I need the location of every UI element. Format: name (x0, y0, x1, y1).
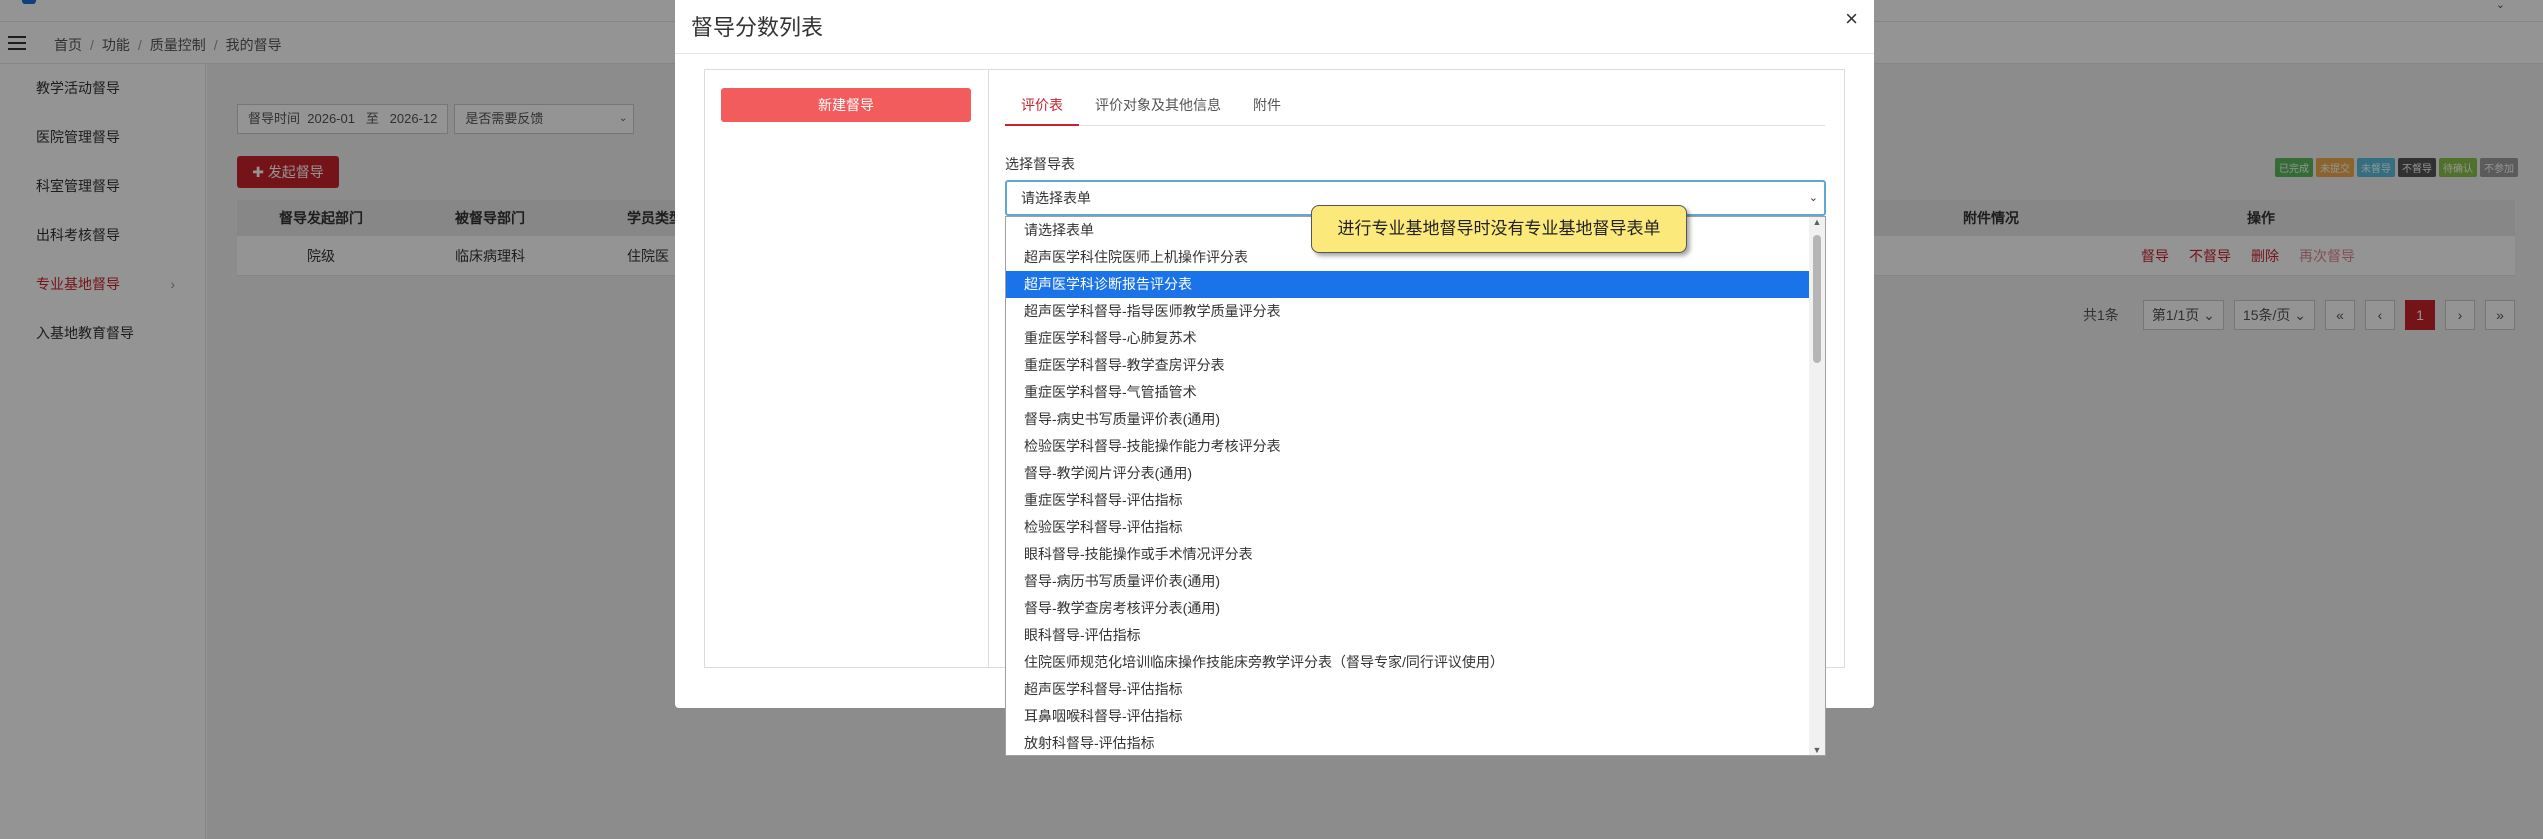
scroll-down-icon[interactable]: ▼ (1809, 745, 1825, 755)
annotation-callout: 进行专业基地督导时没有专业基地督导表单 (1311, 205, 1687, 253)
dropdown-option[interactable]: 督导-病历书写质量评价表(通用) (1006, 568, 1809, 595)
chevron-down-icon: ⌄ (1808, 192, 1818, 204)
dropdown-option[interactable]: 督导-教学阅片评分表(通用) (1006, 460, 1809, 487)
dropdown-option[interactable]: 检验医学科督导-技能操作能力考核评分表 (1006, 433, 1809, 460)
dropdown-option[interactable]: 检验医学科督导-评估指标 (1006, 514, 1809, 541)
new-supervision-button[interactable]: 新建督导 (721, 88, 971, 122)
dropdown-option[interactable]: 放射科督导-评估指标 (1006, 730, 1809, 755)
dropdown-option[interactable]: 重症医学科督导-教学查房评分表 (1006, 352, 1809, 379)
dropdown-option[interactable]: 超声医学科督导-评估指标 (1006, 676, 1809, 703)
scrollbar[interactable]: ▲ ▼ (1809, 217, 1825, 755)
dropdown-option[interactable]: 超声医学科督导-指导医师教学质量评分表 (1006, 298, 1809, 325)
scroll-up-icon[interactable]: ▲ (1809, 217, 1825, 227)
tab-evaluation-form[interactable]: 评价表 (1005, 90, 1079, 126)
dropdown-option[interactable]: 督导-病史书写质量评价表(通用) (1006, 406, 1809, 433)
dropdown-option[interactable]: 耳鼻咽喉科督导-评估指标 (1006, 703, 1809, 730)
form-select-dropdown: 请选择表单 超声医学科住院医师上机操作评分表 超声医学科诊断报告评分表 超声医学科督导… (1005, 216, 1826, 756)
dialog-header: 督导分数列表 × (675, 0, 1874, 54)
supervision-list-pane: 新建督导 (705, 70, 989, 667)
close-icon[interactable]: × (1845, 6, 1858, 32)
option-list: 请选择表单 超声医学科住院医师上机操作评分表 超声医学科诊断报告评分表 超声医学科督导… (1006, 217, 1825, 755)
dropdown-option[interactable]: 重症医学科督导-评估指标 (1006, 487, 1809, 514)
dropdown-option[interactable]: 眼科督导-评估指标 (1006, 622, 1809, 649)
dropdown-option[interactable]: 督导-教学查房考核评分表(通用) (1006, 595, 1809, 622)
tab-attachments[interactable]: 附件 (1237, 90, 1297, 126)
dropdown-option[interactable]: 住院医师规范化培训临床操作技能床旁教学评分表（督导专家/同行评议使用） (1006, 649, 1809, 676)
dropdown-option[interactable]: 重症医学科督导-心肺复苏术 (1006, 325, 1809, 352)
dropdown-option[interactable]: 超声医学科诊断报告评分表 (1006, 271, 1809, 298)
dropdown-option[interactable]: 眼科督导-技能操作或手术情况评分表 (1006, 541, 1809, 568)
scrollbar-thumb[interactable] (1813, 235, 1821, 363)
form-select-label: 选择督导表 (1005, 156, 1075, 172)
dropdown-option[interactable]: 重症医学科督导-气管插管术 (1006, 379, 1809, 406)
tab-bar: 评价表 评价对象及其他信息 附件 (1005, 90, 1825, 126)
dialog-title: 督导分数列表 (691, 15, 824, 40)
tab-evaluation-target[interactable]: 评价对象及其他信息 (1079, 90, 1237, 126)
